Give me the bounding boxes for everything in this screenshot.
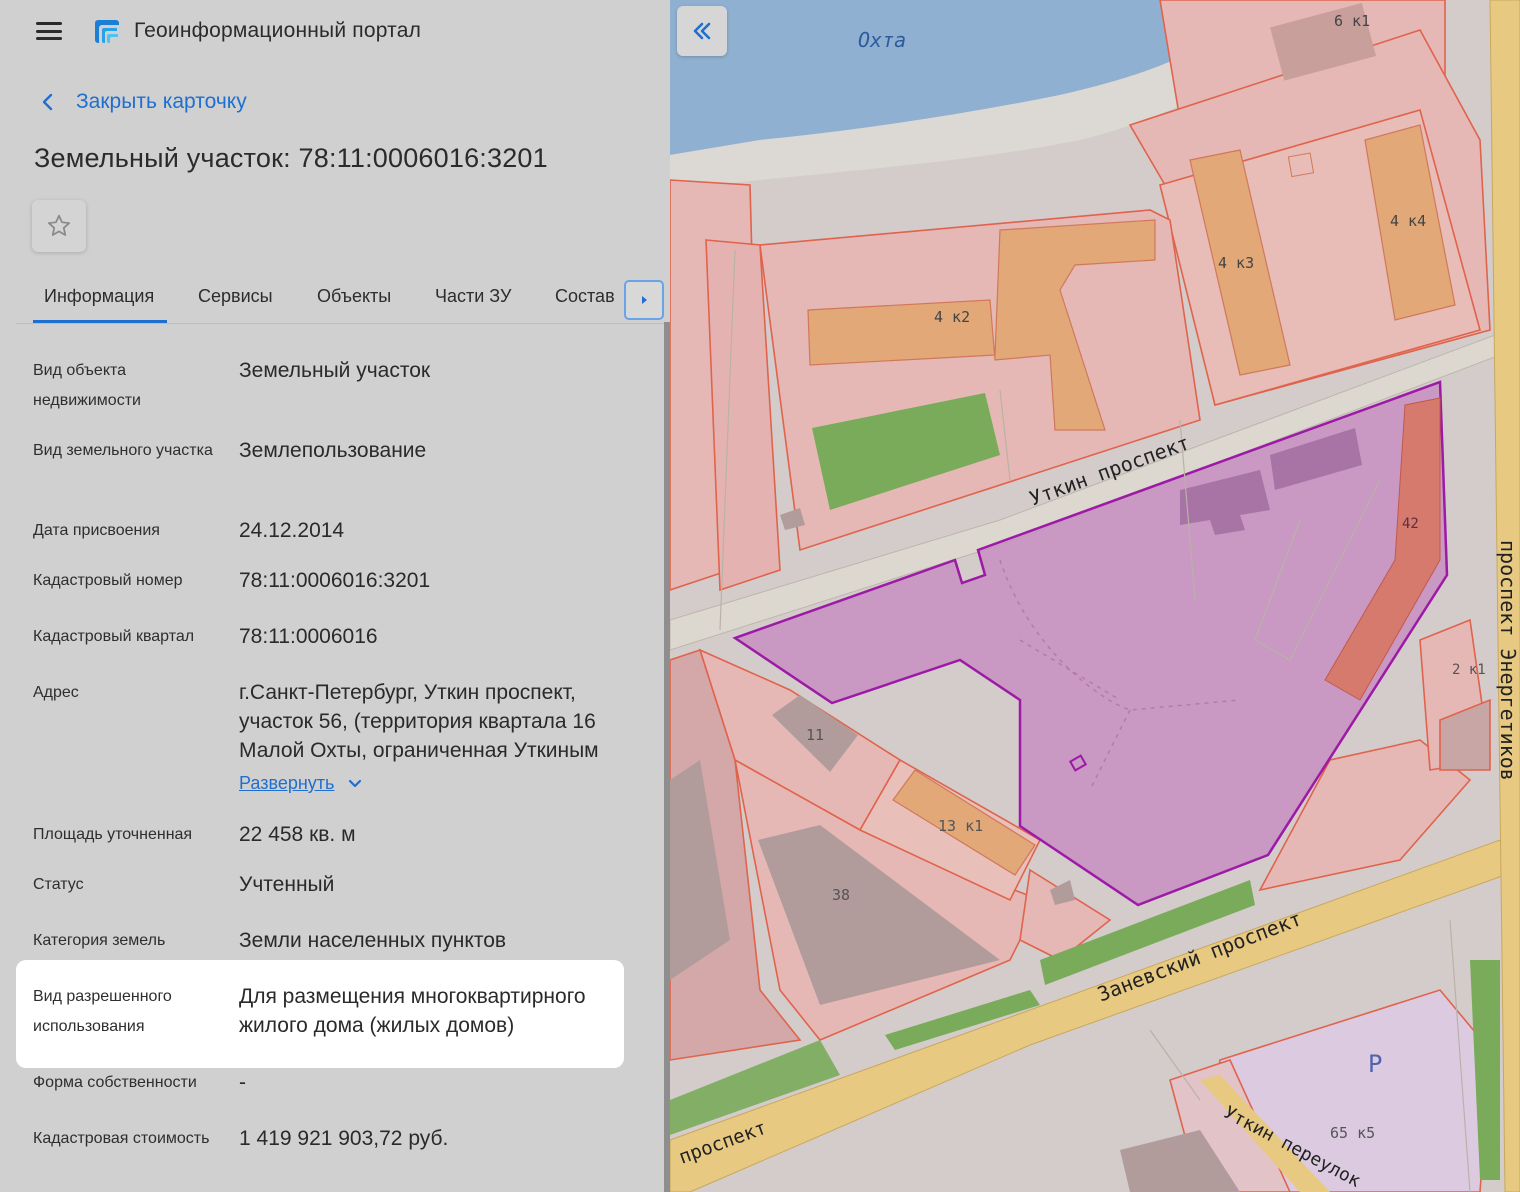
info-panel: Геоинформационный портал Закрыть карточк… <box>0 0 670 1192</box>
expand-label: Развернуть <box>239 773 335 793</box>
tab-information[interactable]: Информация <box>44 286 154 307</box>
caret-right-icon <box>642 296 647 304</box>
property-value: Для размещения многоквартирного жилого д… <box>239 985 586 1037</box>
double-chevron-left-icon <box>693 22 711 40</box>
map-canvas[interactable] <box>670 0 1520 1192</box>
map-label-building: 4 к4 <box>1390 212 1427 230</box>
map-label-building: 6 к1 <box>1334 12 1371 30</box>
property-label: Площадь уточненная <box>33 826 193 843</box>
collapse-panel-button[interactable] <box>677 6 727 56</box>
map-label-river: Охта <box>858 28 907 52</box>
property-label: Дата присвоения <box>33 522 160 539</box>
property-value: г.Санкт-Петербург, Уткин проспект, участ… <box>239 681 599 762</box>
portal-logo-icon[interactable] <box>92 16 122 46</box>
property-value: Земли населенных пунктов <box>239 929 507 952</box>
property-label: Вид объекта недвижимости <box>33 362 141 409</box>
map-label-building: 42 <box>1402 516 1419 532</box>
property-label: Вид разрешенного использования <box>33 988 172 1035</box>
star-icon <box>47 214 71 236</box>
cadastral-map[interactable]: Охта 6 к1 4 к4 4 к3 4 к2 Уткин проспект … <box>670 0 1520 1192</box>
property-value: 78:11:0006016:3201 <box>239 569 431 592</box>
map-label-building: 11 <box>806 726 825 744</box>
map-label-street: проспект Энергетиков <box>1496 540 1520 781</box>
property-label: Вид земельного участка <box>33 442 213 459</box>
tab-objects[interactable]: Объекты <box>317 286 391 307</box>
map-label-building: 65 к5 <box>1330 1124 1376 1142</box>
map-label-building: 13 к1 <box>938 817 984 835</box>
close-card-label: Закрыть карточку <box>76 90 247 113</box>
property-label: Кадастровый номер <box>33 572 183 589</box>
map-label-building: 4 к3 <box>1218 254 1255 272</box>
favorite-button[interactable] <box>32 200 86 252</box>
tab-bar: Информация Сервисы Объекты Части ЗУ Сост… <box>16 272 668 324</box>
property-value: - <box>239 1071 246 1094</box>
parking-icon: P <box>1368 1050 1383 1078</box>
expand-address-link[interactable]: Развернуть <box>239 773 362 794</box>
chevron-left-icon <box>42 93 53 111</box>
active-tab-indicator <box>33 320 167 323</box>
property-label: Статус <box>33 876 84 893</box>
tabs-scroll-right-button[interactable] <box>624 280 664 320</box>
property-value: 1 419 921 903,72 руб. <box>239 1127 449 1150</box>
property-label: Форма собственности <box>33 1074 197 1091</box>
property-label: Кадастровый квартал <box>33 628 195 645</box>
map-label-building: 4 к2 <box>934 308 971 326</box>
chevron-down-icon <box>349 779 362 787</box>
property-label: Категория земель <box>33 932 166 949</box>
hamburger-menu-icon[interactable] <box>36 22 62 40</box>
property-value: Землепользование <box>239 439 427 462</box>
property-value: 24.12.2014 <box>239 519 345 542</box>
card-title: Земельный участок: 78:11:0006016:3201 <box>34 143 548 173</box>
property-value: Учтенный <box>239 873 335 896</box>
close-card-link[interactable]: Закрыть карточку <box>40 90 247 114</box>
property-label: Адрес <box>33 684 79 701</box>
map-label-building: 2 к1 <box>1452 662 1486 678</box>
tab-services[interactable]: Сервисы <box>198 286 273 307</box>
property-value: 22 458 кв. м <box>239 823 356 846</box>
tab-composition[interactable]: Состав <box>555 286 615 307</box>
property-label: Кадастровая стоимость <box>33 1130 210 1147</box>
property-value: Земельный участок <box>239 359 431 382</box>
property-value: 78:11:0006016 <box>239 625 378 648</box>
tab-parts[interactable]: Части ЗУ <box>435 286 511 307</box>
app-title: Геоинформационный портал <box>134 19 422 42</box>
map-label-building: 38 <box>832 886 851 904</box>
